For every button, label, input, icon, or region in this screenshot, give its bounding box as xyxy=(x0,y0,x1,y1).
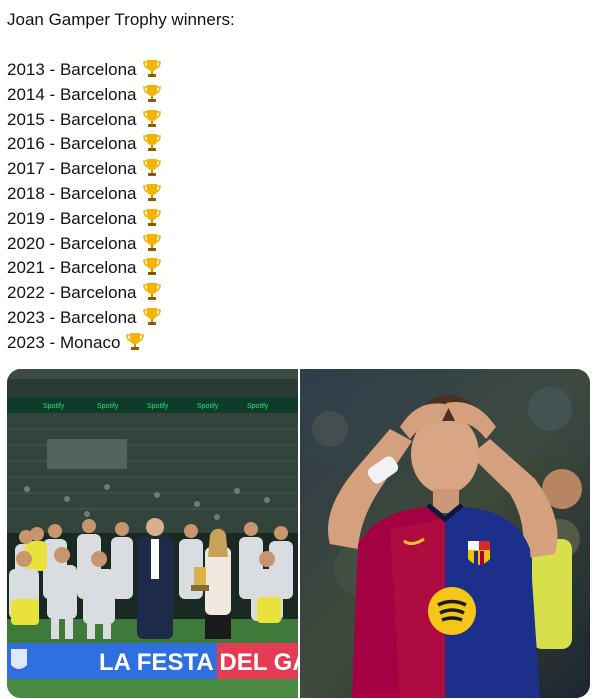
trophy-icon xyxy=(142,207,162,235)
trophy-icon xyxy=(142,232,162,260)
winners-list: 2013 - Barcelona 2014 - Barcelona 2015 - B… xyxy=(7,58,593,356)
separator: - xyxy=(44,258,60,278)
winner-team: Barcelona xyxy=(59,233,137,253)
winner-team: Barcelona xyxy=(59,60,137,79)
winner-year: 2014 xyxy=(7,84,45,104)
winner-team: Barcelona xyxy=(59,109,137,129)
trophy-icon xyxy=(142,108,162,136)
winner-team: Barcelona xyxy=(59,134,137,154)
sponsor-text: Spotify xyxy=(43,403,65,410)
club-crest-icon xyxy=(11,649,27,669)
winner-line: 2015 - Barcelona xyxy=(7,108,593,133)
post-title: Joan Gamper Trophy winners: xyxy=(7,10,235,29)
separator: - xyxy=(44,307,60,327)
winner-year: 2018 xyxy=(7,183,45,203)
winner-line: 2018 - Barcelona xyxy=(7,182,593,207)
separator: - xyxy=(44,159,60,179)
sponsor-logo-icon xyxy=(428,587,476,635)
winner-team: Monaco xyxy=(59,332,121,352)
trophy-icon xyxy=(142,182,162,210)
winner-team: Barcelona xyxy=(59,183,137,203)
winner-line: 2021 - Barcelona xyxy=(7,256,593,281)
media-grid: Spotify Spotify Spotify Spotify Spotify xyxy=(7,369,590,698)
winner-line: 2014 - Barcelona xyxy=(7,83,593,108)
separator: - xyxy=(44,208,60,228)
separator: - xyxy=(44,84,60,104)
team-celebration-photo[interactable]: Spotify Spotify Spotify Spotify Spotify xyxy=(7,369,298,698)
separator: - xyxy=(44,134,60,154)
separator: - xyxy=(44,183,60,203)
winner-team: Barcelona xyxy=(59,258,137,278)
winner-line: 2023 - Barcelona xyxy=(7,306,593,331)
winner-team: Barcelona xyxy=(59,307,137,327)
winner-line: 2017 - Barcelona xyxy=(7,157,593,182)
trophy-icon xyxy=(142,157,162,185)
trophy-icon xyxy=(142,83,162,111)
team-photo-illustration: Spotify Spotify Spotify Spotify Spotify xyxy=(7,369,298,698)
winner-year: 2019 xyxy=(7,208,45,228)
trophy-icon xyxy=(142,256,162,284)
winner-team: Barcelona xyxy=(59,84,137,104)
sponsor-text: Spotify xyxy=(197,403,219,410)
player-reaction-photo[interactable] xyxy=(300,369,590,698)
sponsor-text: Spotify xyxy=(247,403,269,410)
trophy-icon xyxy=(142,58,162,86)
separator: - xyxy=(44,60,60,79)
separator: - xyxy=(44,283,60,303)
player-photo-illustration xyxy=(300,369,590,698)
winner-year: 2022 xyxy=(7,283,45,303)
winner-team: Barcelona xyxy=(59,159,137,179)
separator: - xyxy=(44,332,60,352)
winner-year: 2020 xyxy=(7,233,45,253)
winner-line: 2016 - Barcelona xyxy=(7,132,593,157)
post-text: Joan Gamper Trophy winners: 2013 - Barce… xyxy=(7,8,593,356)
winner-line: 2020 - Barcelona xyxy=(7,232,593,257)
banner-text: LA FESTA DEL GAM xyxy=(99,649,298,676)
winner-line: 2019 - Barcelona xyxy=(7,207,593,232)
separator: - xyxy=(44,233,60,253)
trophy-icon xyxy=(142,306,162,334)
winner-year: 2013 xyxy=(7,60,45,79)
winner-year: 2017 xyxy=(7,159,45,179)
barcelona-crest-icon xyxy=(468,541,490,565)
winner-year: 2021 xyxy=(7,258,45,278)
winner-year: 2015 xyxy=(7,109,45,129)
trophy-icon xyxy=(125,331,145,359)
winner-team: Barcelona xyxy=(59,283,137,303)
winner-year: 2023 xyxy=(7,307,45,327)
winner-year: 2023 xyxy=(7,332,45,352)
trophy-icon xyxy=(142,132,162,160)
winner-line: 2013 - Barcelona xyxy=(7,58,593,83)
trophy-icon xyxy=(142,281,162,309)
sponsor-text: Spotify xyxy=(147,403,169,410)
sponsor-text: Spotify xyxy=(97,403,119,410)
winner-line: 2022 - Barcelona xyxy=(7,281,593,306)
winner-year: 2016 xyxy=(7,134,45,154)
winner-team: Barcelona xyxy=(59,208,137,228)
winner-line: 2023 - Monaco xyxy=(7,331,593,356)
separator: - xyxy=(44,109,60,129)
